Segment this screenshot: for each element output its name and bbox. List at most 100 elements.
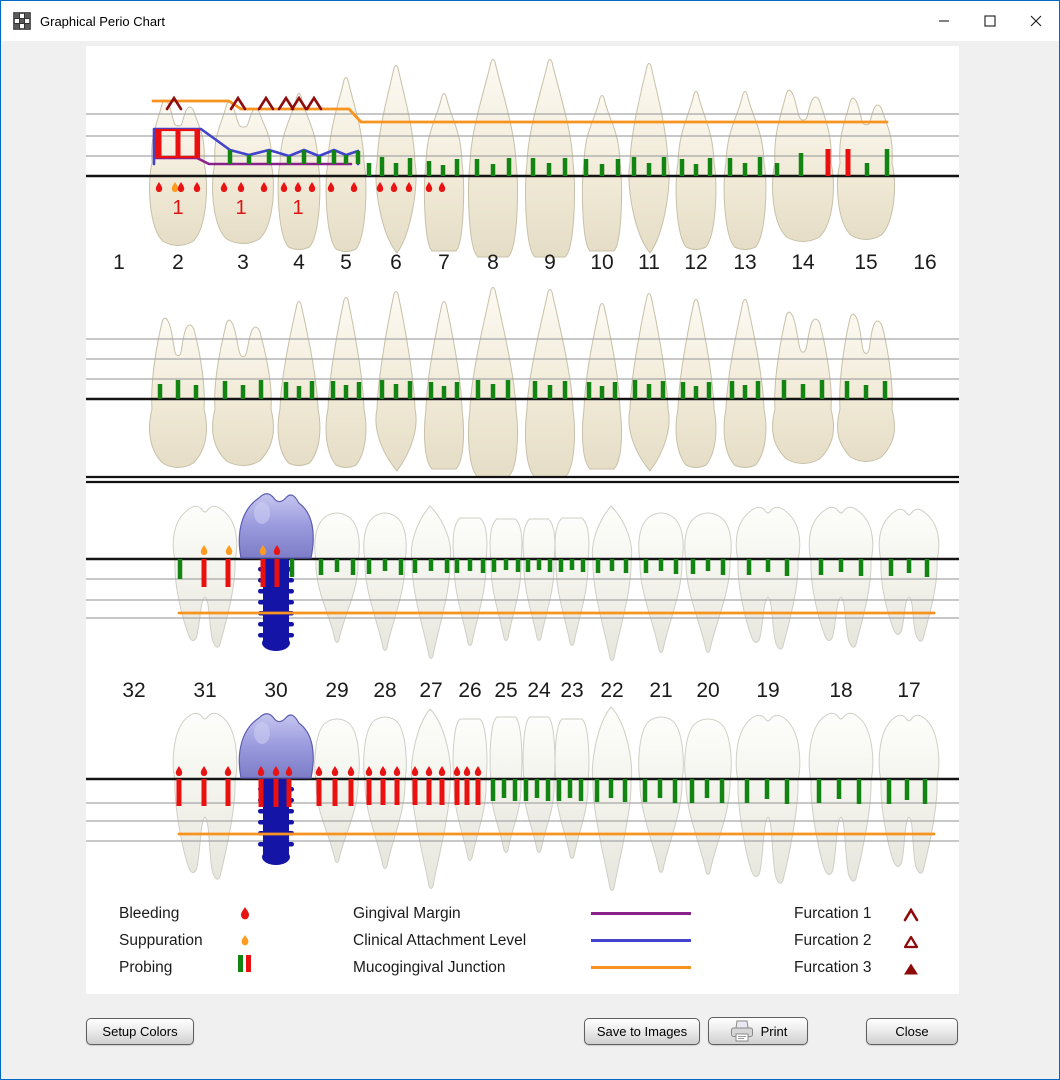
probing-bar [317,156,322,164]
probing-bar [857,779,862,804]
probing-bar [367,559,372,574]
probing-bar [799,153,804,176]
probing-bar [613,382,618,399]
probing-bar [455,159,460,176]
probing-bar [743,163,748,176]
probing-bar [259,380,264,399]
probing-bar [535,779,540,798]
probing-bar [247,155,252,164]
probing-bar [241,385,246,399]
probing-bar [785,779,790,804]
tooth-number-17: 17 [897,679,920,702]
probing-bar [533,381,538,399]
probing-bar [647,384,652,399]
probing-bar [720,779,725,803]
probing-bar [721,559,726,575]
probing-bar [468,559,473,571]
probing-bar [491,384,496,399]
minimize-button[interactable] [921,1,967,41]
probing-bar [846,149,851,176]
probing-bar [563,381,568,399]
probing-bar [883,381,888,399]
probing-bar [662,157,667,176]
perio-chart-panel[interactable]: 1111234567891011121314151632313029282726… [86,46,959,994]
legend-furcation1-label: Furcation 1 [794,905,872,923]
gingival-margin-swatch [591,912,691,915]
probing-bar [728,158,733,176]
probing-bar [445,559,450,573]
probing-bar [319,559,324,575]
probing-bar [332,150,337,164]
mobility-label: 1 [235,197,246,219]
save-to-images-button[interactable]: Save to Images [584,1018,700,1045]
save-to-images-label: Save to Images [597,1024,687,1039]
tooth-number-1: 1 [113,251,125,274]
mobility-label: 1 [172,197,183,219]
probing-bar [758,157,763,176]
probing-bar [380,380,385,399]
legend-bleeding-label: Bleeding [119,905,179,923]
probing-bar [548,559,553,572]
probing-bar [609,779,614,798]
probing-bar [381,779,386,805]
probing-bar [455,559,460,573]
probing-bar [705,779,710,798]
probing-bar [267,150,272,164]
probing-bar [600,164,605,176]
close-button[interactable] [1013,1,1059,41]
probing-bar [537,559,542,570]
probing-bar [548,385,553,399]
probing-bar [302,150,307,164]
minimize-icon [938,15,950,27]
probing-bar [349,779,354,806]
probing-bar [837,779,842,799]
perio-chart[interactable]: 1111234567891011121314151632313029282726… [86,46,959,994]
probing-bar [413,559,418,573]
legend-probing-label: Probing [119,959,172,977]
implant-crown-highlight [254,722,270,744]
printer-icon [729,1020,755,1042]
probing-bar [568,779,573,798]
probing-bar [694,386,699,399]
probing-bar [923,779,928,804]
probing-bar [261,559,266,587]
tooth-number-27: 27 [419,679,442,702]
tooth-number-3: 3 [237,251,249,274]
probing-bar [297,386,302,399]
probing-bar [623,779,628,802]
probing-bar [632,157,637,176]
probing-bar [333,779,338,806]
tooth-number-9: 9 [544,251,556,274]
probing-bar [259,779,264,807]
app-icon [13,12,31,30]
probing-bar [885,149,890,176]
probing-bar [643,779,648,802]
tooth-number-24: 24 [527,679,551,702]
probing-bar [624,559,629,573]
probing-bar [335,559,340,572]
tooth-number-19: 19 [756,679,779,702]
probing-bar [690,779,695,803]
probing-bar [502,779,507,798]
probing-bar [202,559,207,587]
print-button[interactable]: Print [708,1017,808,1045]
probing-bar [584,159,589,176]
probing-bar [680,159,685,176]
probing-bar [408,381,413,399]
mgj-swatch [591,966,691,969]
app-window: Graphical Perio Chart 111123456789101112… [0,0,1060,1080]
probing-bar [587,382,592,399]
tooth-number-15: 15 [854,251,877,274]
probing-bar [756,381,761,399]
close-window-button[interactable]: Close [866,1018,958,1045]
close-icon [1030,15,1042,27]
probing-bar [476,779,481,805]
probing-bar [839,559,844,572]
maximize-button[interactable] [967,1,1013,41]
probing-bar [440,779,445,805]
probing-bar [284,382,289,399]
setup-colors-button[interactable]: Setup Colors [86,1018,194,1045]
probing-bar [367,163,372,176]
probing-bar [526,559,531,572]
window-controls [921,1,1059,41]
